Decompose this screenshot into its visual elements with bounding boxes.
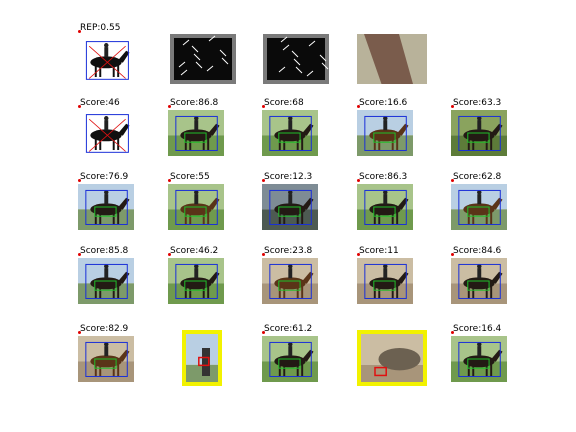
marker-dot — [78, 331, 81, 334]
score-label: Score:62.8 — [453, 172, 502, 182]
marker-dot — [78, 30, 81, 33]
thumbnail-graphic — [361, 334, 423, 382]
detection-thumbnail — [357, 184, 413, 230]
thumbnail-graphic — [78, 184, 134, 230]
marker-dot — [78, 179, 81, 182]
detection-thumbnail — [357, 258, 413, 304]
score-label: Score:85.8 — [80, 246, 129, 256]
marker-dot — [262, 179, 265, 182]
thumbnail-graphic — [78, 336, 134, 382]
header-thumbnail — [78, 37, 134, 83]
thumbnail-graphic — [357, 258, 413, 304]
detection-thumbnail — [262, 336, 318, 382]
thumbnail-graphic — [262, 184, 318, 230]
marker-dot — [357, 253, 360, 256]
detection-thumbnail — [78, 110, 134, 156]
thumbnail-graphic — [451, 258, 507, 304]
detection-thumbnail — [262, 110, 318, 156]
score-label: Score:46 — [80, 98, 120, 108]
score-label: Score:46.2 — [170, 246, 219, 256]
marker-dot — [451, 253, 454, 256]
marker-dot — [357, 105, 360, 108]
header-thumbnail — [170, 34, 236, 84]
thumbnail-graphic — [186, 334, 218, 382]
score-label: Score:84.6 — [453, 246, 502, 256]
thumbnail-graphic — [357, 110, 413, 156]
detection-thumbnail — [451, 258, 507, 304]
thumbnail-graphic — [451, 184, 507, 230]
thumbnail-graphic — [357, 34, 427, 84]
marker-dot — [262, 105, 265, 108]
thumbnail-graphic — [168, 110, 224, 156]
score-label: Score:11 — [359, 246, 399, 256]
detection-thumbnail — [168, 258, 224, 304]
marker-dot — [451, 331, 454, 334]
thumbnail-graphic — [78, 110, 134, 156]
score-label: Score:61.2 — [264, 324, 313, 334]
detection-thumbnail — [78, 336, 134, 382]
marker-dot — [451, 105, 454, 108]
score-label: Score:12.3 — [264, 172, 313, 182]
score-label: Score:63.3 — [453, 98, 502, 108]
detection-results-figure: REP:0.55 Score:46 Score:86.8 Score:68 Score:… — [0, 0, 576, 432]
marker-dot — [262, 253, 265, 256]
score-label: Score:86.3 — [359, 172, 408, 182]
detection-thumbnail — [168, 110, 224, 156]
marker-dot — [168, 105, 171, 108]
score-label: Score:76.9 — [80, 172, 129, 182]
score-label: Score:82.9 — [80, 324, 129, 334]
header-thumbnail — [263, 34, 329, 84]
score-label: Score:68 — [264, 98, 304, 108]
thumbnail-graphic — [78, 37, 134, 83]
marker-dot — [168, 253, 171, 256]
score-label: Score:86.8 — [170, 98, 219, 108]
detection-thumbnail — [78, 258, 134, 304]
detection-thumbnail — [78, 184, 134, 230]
detection-thumbnail — [262, 184, 318, 230]
detection-thumbnail — [168, 184, 224, 230]
thumbnail-graphic — [262, 110, 318, 156]
marker-dot — [168, 179, 171, 182]
detection-thumbnail — [357, 110, 413, 156]
thumbnail-graphic — [451, 336, 507, 382]
marker-dot — [451, 179, 454, 182]
thumbnail-graphic — [262, 336, 318, 382]
detection-thumbnail — [357, 330, 427, 386]
detection-thumbnail — [451, 336, 507, 382]
marker-dot — [262, 331, 265, 334]
score-label: Score:55 — [170, 172, 210, 182]
score-label: Score:16.6 — [359, 98, 408, 108]
detection-thumbnail — [451, 110, 507, 156]
thumbnail-graphic — [170, 34, 236, 84]
marker-dot — [357, 179, 360, 182]
score-label: Score:23.8 — [264, 246, 313, 256]
detection-thumbnail — [451, 184, 507, 230]
header-thumbnail — [357, 34, 427, 84]
thumbnail-graphic — [168, 184, 224, 230]
thumbnail-graphic — [263, 34, 329, 84]
thumbnail-graphic — [168, 258, 224, 304]
thumbnail-graphic — [78, 258, 134, 304]
score-label: Score:16.4 — [453, 324, 502, 334]
thumbnail-graphic — [451, 110, 507, 156]
thumbnail-graphic — [357, 184, 413, 230]
marker-dot — [78, 253, 81, 256]
score-label: REP:0.55 — [80, 23, 121, 33]
marker-dot — [78, 105, 81, 108]
detection-thumbnail — [182, 330, 222, 386]
detection-thumbnail — [262, 258, 318, 304]
thumbnail-graphic — [262, 258, 318, 304]
